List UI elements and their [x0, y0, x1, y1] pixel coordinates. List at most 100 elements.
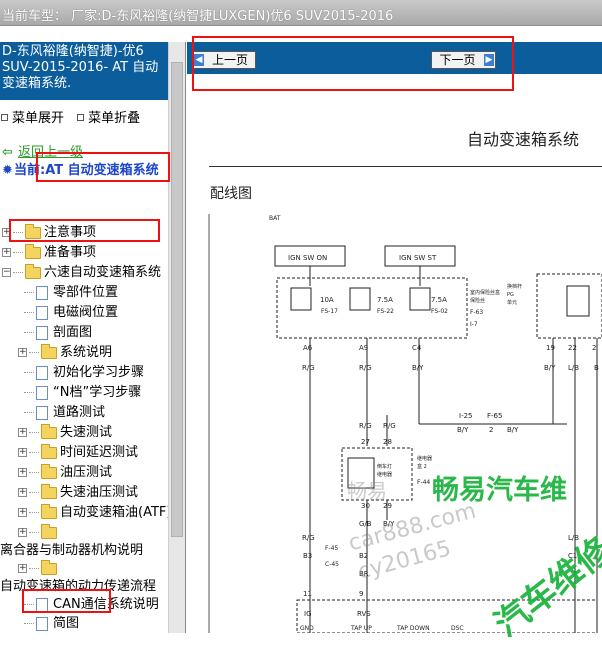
next-page-label: 下一页	[439, 53, 476, 67]
pin-r2: 22	[568, 344, 577, 352]
watermark-2: 畅易汽车维	[432, 475, 567, 506]
wire-c4: B/Y	[412, 364, 424, 372]
tree-connector	[24, 312, 34, 313]
expand-icon[interactable]: +	[18, 448, 27, 457]
tree-item[interactable]: 离合器与制动器机构说明	[0, 541, 143, 561]
tree-item[interactable]: 电磁阀位置	[24, 303, 118, 323]
prev-page-button[interactable]: ◀ 上一页	[192, 51, 256, 69]
scroll-thumb[interactable]	[171, 62, 183, 537]
bottom-tap-down: TAP DOWN	[396, 625, 430, 632]
tree-connector	[24, 604, 34, 605]
pin-9: 9	[359, 590, 363, 598]
tree-connector	[29, 352, 39, 353]
tree-item[interactable]: 道路测试	[24, 403, 105, 423]
folder-icon	[41, 443, 57, 459]
document-title: 自动变速箱系统	[467, 130, 580, 149]
tree-item-label: 准备事项	[44, 245, 97, 260]
tree-connector	[24, 372, 34, 373]
ecu-ig: IG	[304, 610, 312, 618]
tree-item[interactable]: 剖面图	[24, 323, 92, 343]
wire-r3: B	[594, 364, 599, 372]
tree-item[interactable]: 初始化学习步骤	[24, 363, 144, 383]
tree-connector	[29, 512, 39, 513]
tree-item-label: 剖面图	[53, 325, 93, 340]
document-icon	[36, 365, 48, 380]
tree-item[interactable]: CAN通信系统说明	[24, 595, 159, 615]
tree-item-label: 注意事项	[44, 225, 97, 240]
collapse-icon[interactable]: −	[2, 268, 11, 277]
tree-item-label: 自动变速箱的动力传递流程	[0, 579, 157, 594]
f65-label: F-65	[487, 412, 502, 420]
tree-connector	[29, 432, 39, 433]
folder-icon	[41, 483, 57, 499]
expand-icon[interactable]: +	[18, 564, 27, 573]
section-heading: 配线图	[210, 186, 252, 202]
sidebar-scrollbar[interactable]	[168, 42, 185, 633]
sidebar-header: D-东风裕隆(纳智捷)-优6 SUV-2015-2016- AT 自动变速箱系统…	[0, 42, 168, 100]
relay-box-2: 盒 2	[417, 463, 427, 470]
next-page-button[interactable]: 下一页 ▶	[431, 51, 496, 69]
tree-item-label: 系统说明	[60, 345, 113, 360]
tree-item-label: 简图	[53, 616, 80, 631]
fuse-id-2: FS-22	[377, 308, 394, 315]
bottom-gnd: GND	[300, 625, 314, 632]
expand-icon[interactable]: +	[2, 228, 11, 237]
tree-item[interactable]: + 自动变速箱油(ATF)	[18, 503, 171, 523]
fuse-box-note-1: 室内保险丝盒	[470, 289, 500, 296]
tree-item-label: 六速自动变速箱系统	[44, 265, 162, 280]
tree-item-label: 失速油压测试	[60, 485, 139, 500]
document-icon	[36, 597, 48, 612]
tree-item[interactable]: + 油压测试	[18, 463, 112, 483]
tree-item[interactable]: + 失速油压测试	[18, 483, 138, 503]
document-icon	[36, 285, 48, 300]
menu-collapse-button[interactable]: 菜单折叠	[76, 111, 140, 126]
document-icon	[36, 616, 48, 631]
tree-connector	[24, 623, 34, 624]
tree-connector	[29, 472, 39, 473]
tree-item-label: 零部件位置	[53, 285, 119, 300]
f63-label: F-63	[470, 309, 483, 316]
bottom-tap-up: TAP UP	[350, 625, 372, 632]
expand-icon[interactable]: +	[2, 248, 11, 257]
tree-item[interactable]: + 失速测试	[18, 423, 112, 443]
menu-expand-label: 菜单展开	[12, 111, 65, 126]
tree-connector	[29, 492, 39, 493]
tree-item[interactable]: +	[18, 559, 60, 579]
menu-expand-button[interactable]: 菜单展开	[0, 111, 64, 126]
tree-item[interactable]: 零部件位置	[24, 283, 118, 303]
tree-item[interactable]: “N档”学习步骤	[24, 383, 141, 403]
expand-icon[interactable]: +	[18, 468, 27, 477]
tree-item[interactable]: + 系统说明	[18, 343, 112, 363]
menu-collapse-label: 菜单折叠	[88, 111, 141, 126]
tree-item[interactable]: + 注意事项	[2, 223, 96, 243]
relay-name-1: 倒车灯	[377, 463, 392, 470]
expand-icon[interactable]: +	[18, 488, 27, 497]
menu-tree: + 注意事项 + 准备事项 − 六速自动变速箱系统零部件位置电磁阀位置剖面图 + 系统说明初始…	[0, 142, 171, 633]
expand-icon[interactable]: +	[18, 508, 27, 517]
document-icon	[36, 305, 48, 320]
pin-a9: A9	[359, 344, 368, 352]
tree-item-label: 离合器与制动器机构说明	[0, 543, 144, 558]
tree-item[interactable]: 简图	[24, 614, 79, 633]
watermark-1: 畅易	[347, 479, 387, 503]
tree-item[interactable]: +	[18, 523, 60, 543]
relay-box-1: 继电器	[417, 455, 432, 462]
ecu-rvs: RVS	[357, 610, 371, 618]
expand-icon[interactable]: +	[18, 428, 27, 437]
sidebar: D-东风裕隆(纳智捷)-优6 SUV-2015-2016- AT 自动变速箱系统…	[0, 42, 186, 633]
tree-connector	[29, 568, 39, 569]
expand-icon[interactable]: +	[18, 528, 27, 537]
tree-item[interactable]: − 六速自动变速箱系统	[2, 263, 161, 283]
folder-icon	[41, 523, 57, 539]
i7-label: I-7	[470, 321, 478, 328]
tree-item[interactable]: 自动变速箱的动力传递流程	[0, 577, 156, 597]
wire-r2: L/B	[568, 364, 579, 372]
tree-item-label: 电磁阀位置	[53, 305, 119, 320]
square-icon	[1, 114, 8, 121]
tree-item[interactable]: + 准备事项	[2, 243, 96, 263]
pin-11: 11	[303, 590, 312, 598]
tree-item[interactable]: + 时间延迟测试	[18, 443, 138, 463]
expand-icon[interactable]: +	[18, 348, 27, 357]
f44-label: F-44	[417, 479, 430, 486]
relay-wire-1: R/G	[359, 422, 372, 430]
